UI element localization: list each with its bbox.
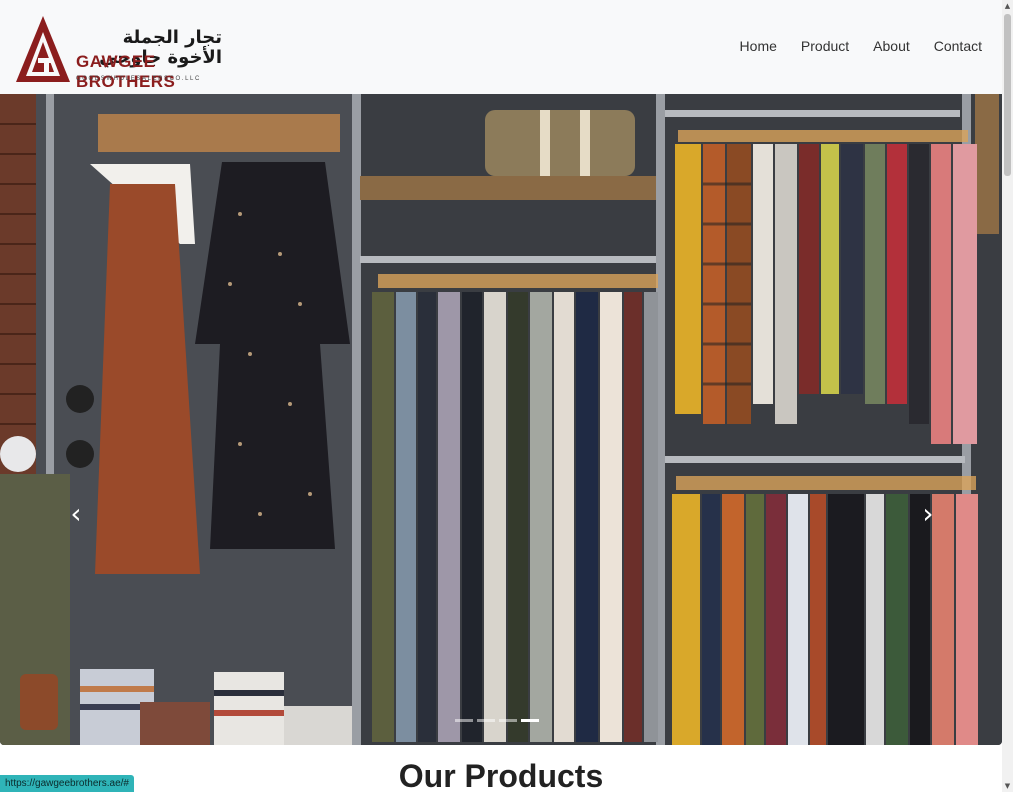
nav-home[interactable]: Home (740, 38, 777, 54)
brand-logo[interactable]: تجار الجملة الأخوة جاوجي GAWGEE BROTHERS… (14, 14, 222, 91)
nav-product[interactable]: Product (801, 38, 849, 54)
carousel-indicator-2[interactable] (477, 719, 495, 722)
logo-emblem-icon (16, 16, 70, 82)
brand-tagline: GOODSWHOLESALERSCO.LLC (76, 76, 201, 82)
carousel-indicator-1[interactable] (455, 719, 473, 722)
status-bar-url: https://gawgeebrothers.ae/# (0, 775, 134, 792)
site-header: تجار الجملة الأخوة جاوجي GAWGEE BROTHERS… (0, 0, 1002, 94)
nav-about[interactable]: About (873, 38, 910, 54)
carousel-next-button[interactable]: › (914, 494, 942, 534)
hero-carousel: ‹ › (0, 94, 1002, 745)
page-scrollbar[interactable]: ▲ ▼ (1002, 0, 1013, 792)
brand-english-name: GAWGEE BROTHERS (76, 52, 176, 91)
section-title-our-products: Our Products (398, 758, 604, 794)
chevron-left-icon: ‹ (70, 497, 82, 530)
chevron-right-icon: › (922, 497, 934, 530)
hero-slide-image (0, 94, 1002, 745)
carousel-indicators (455, 719, 539, 722)
carousel-prev-button[interactable]: ‹ (62, 494, 90, 534)
scroll-down-arrow-icon[interactable]: ▼ (1002, 780, 1013, 792)
main-nav: Home Product About Contact (740, 38, 982, 54)
carousel-indicator-3[interactable] (499, 719, 517, 722)
scrollbar-thumb[interactable] (1004, 14, 1011, 176)
carousel-indicator-4[interactable] (521, 719, 539, 722)
nav-contact[interactable]: Contact (934, 38, 982, 54)
scroll-up-arrow-icon[interactable]: ▲ (1002, 0, 1013, 12)
